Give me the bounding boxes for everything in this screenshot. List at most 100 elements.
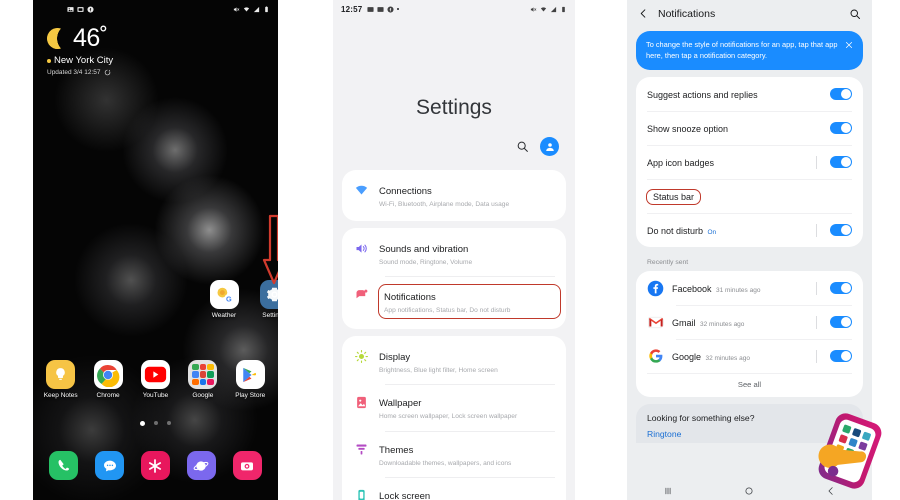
notif-row-text: Show snooze option [647,119,822,137]
chrome-icon [93,360,123,389]
screenshot-stage: 12:57 46˚ New York City [0,0,900,500]
signal-icon [253,6,260,12]
annotation-arrow-to-settings [262,214,278,285]
page-dot[interactable] [154,421,158,425]
notif-row-suggest-actions[interactable]: Suggest actions and replies [636,77,863,111]
toggle-switch[interactable] [830,316,852,329]
settings-item-sub: App notifications, Status bar, Do not di… [384,307,511,315]
page-dot[interactable] [140,421,145,426]
home-app-weather[interactable]: G Weather [203,280,245,319]
mute-icon [233,6,240,12]
toggle-switch[interactable] [830,282,852,295]
settings-item-notifications[interactable]: Notifications App notifications, Status … [342,276,566,327]
home-dock-apps-row: Keep Notes Chrome YouTube Google Play St… [33,360,278,399]
settings-item-sounds-and-vibration[interactable]: Sounds and vibration Sound mode, Rington… [342,230,566,277]
image-icon [367,6,375,12]
facebook-icon [87,5,95,13]
notif-row-do-not-disturb[interactable]: Do not disturb On [636,213,863,247]
search-icon[interactable] [516,140,529,153]
settings-item-connections[interactable]: Connections Wi-Fi, Bluetooth, Airplane m… [342,172,566,219]
recents-icon[interactable] [663,486,673,496]
close-icon[interactable] [845,41,853,49]
home-app-label: Settings [262,312,278,319]
settings-item-text: Lock screen Screen lock type, Always On … [379,486,555,500]
home-icon[interactable] [744,486,754,496]
weather-city: New York City [54,55,114,66]
toggle-switch[interactable] [830,156,852,169]
back-chevron-icon[interactable] [638,8,649,19]
dock-app-google-folder[interactable]: Google [182,360,224,399]
recently-sent-card: Facebook 31 minutes ago Gmail 32 minutes… [636,271,863,398]
notification-icon [353,286,370,303]
notif-row-text: Do not disturb On [647,221,808,239]
toggle-switch[interactable] [830,88,852,101]
see-all-link[interactable]: See all [636,373,863,397]
recent-app-gmail[interactable]: Gmail 32 minutes ago [636,305,863,339]
toggle-switch[interactable] [830,122,852,135]
settings-item-title: Themes [379,444,414,456]
row-divider [816,315,817,329]
location-dot-icon [47,58,51,63]
settings-item-themes[interactable]: Themes Downloadable themes, wallpapers, … [342,430,566,478]
settings-card-connections: Connections Wi-Fi, Bluetooth, Airplane m… [342,170,566,221]
status-bar-time: 12:57 [341,4,363,14]
toggle-switch[interactable] [830,224,852,237]
page-dot[interactable] [167,421,171,425]
recent-app-google[interactable]: Google 32 minutes ago [636,339,863,373]
message-icon[interactable] [95,451,125,480]
toggle-switch[interactable] [830,350,852,363]
notif-row-label: App icon badges [647,158,715,169]
settings-item-lock-screen[interactable]: Lock screen Screen lock type, Always On … [342,477,566,500]
settings-item-sub: Sound mode, Ringtone, Volume [379,258,473,266]
settings-item-display[interactable]: Display Brightness, Blue light filter, H… [342,338,566,385]
signal-icon [550,6,557,12]
account-avatar-icon[interactable] [540,137,559,156]
weather-temperature: 46˚ [73,24,108,52]
notif-row-app-icon-badges[interactable]: App icon badges [636,145,863,179]
recent-app-time: 32 minutes ago [699,321,745,329]
notif-row-text: App icon badges [647,153,808,171]
wallpaper-icon [353,394,370,411]
dock-app-chrome[interactable]: Chrome [87,360,129,399]
settings-item-wallpaper[interactable]: Wallpaper Home screen wallpaper, Lock sc… [342,384,566,431]
youtube-icon [140,360,170,389]
section-label-recently-sent: Recently sent [647,259,689,267]
settings-item-text: Connections Wi-Fi, Bluetooth, Airplane m… [379,181,555,210]
battery-icon [265,5,268,12]
folder-app-grid [191,363,215,387]
notif-row-show-snooze[interactable]: Show snooze option [636,111,863,145]
row-divider [816,349,817,363]
image-icon [67,6,75,12]
dock-app-youtube[interactable]: YouTube [134,360,176,399]
flower-icon[interactable] [140,451,170,480]
weather-updated-text: Updated 3/4 12:57 [47,69,101,76]
phone-home-screen: 12:57 46˚ New York City [33,0,278,500]
weather-widget[interactable]: 46˚ New York City Updated 3/4 12:57 [47,26,113,76]
recent-app-text: Google 32 minutes ago [672,347,808,365]
dock-app-keep-notes[interactable]: Keep Notes [40,360,82,399]
tip-banner: To change the style of notifications for… [636,31,863,71]
folder-icon [188,360,218,389]
recent-app-name: Google [672,352,702,363]
weather-city-row: New York City [47,55,113,66]
status-bar-settings: 12:57 [333,0,575,18]
refresh-icon[interactable] [104,69,111,76]
dock-app-play-store[interactable]: Play Store [229,360,271,399]
themes-icon [353,441,370,458]
notif-row-status-bar[interactable]: Status bar [636,179,863,213]
internet-icon[interactable] [186,451,216,480]
crescent-moon-icon [47,28,68,49]
recent-app-facebook[interactable]: Facebook 31 minutes ago [636,271,863,305]
settings-item-sub: Brightness, Blue light filter, Home scre… [379,366,498,374]
settings-item-text: Sounds and vibration Sound mode, Rington… [379,239,555,268]
settings-item-title: Notifications [384,292,436,304]
search-icon[interactable] [849,8,861,20]
home-app-label: Weather [211,312,237,319]
camera-icon[interactable] [232,451,262,480]
notifications-settings-card: Suggest actions and replies Show snooze … [636,77,863,248]
recent-app-time: 32 minutes ago [705,355,750,363]
settings-item-sub: Home screen wallpaper, Lock screen wallp… [379,413,518,421]
settings-item-title: Connections [379,186,432,197]
screenshot-icon [77,6,85,12]
phone-icon[interactable] [49,451,79,480]
